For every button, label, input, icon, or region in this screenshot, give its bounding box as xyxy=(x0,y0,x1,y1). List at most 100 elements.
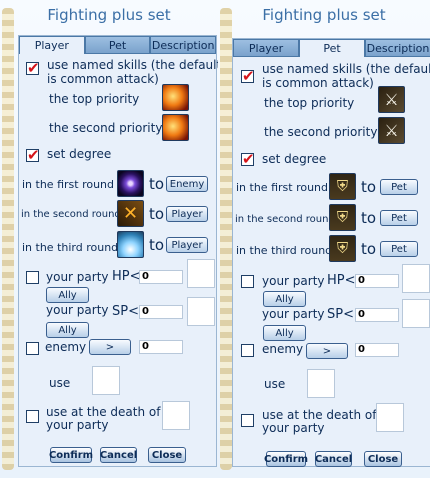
death-checkbox[interactable] xyxy=(241,414,254,427)
close-button[interactable]: Close xyxy=(148,447,186,463)
tab-player[interactable]: Player xyxy=(233,39,299,57)
close-button[interactable]: Close xyxy=(364,451,402,467)
third-round-label: in the third round xyxy=(236,244,333,257)
tab-pet[interactable]: Pet xyxy=(84,36,151,54)
party-hp-checkbox[interactable] xyxy=(26,271,39,284)
cancel-button[interactable]: Cancel xyxy=(100,447,137,463)
enemy-checkbox[interactable] xyxy=(241,344,254,357)
named-skills-checkbox[interactable]: ✔ xyxy=(26,61,40,76)
pet-settings-window: Fighting plus set Player Pet Description… xyxy=(218,0,430,478)
death-label-line2: your party xyxy=(46,418,109,432)
enemy-count-input[interactable]: 0 xyxy=(139,340,183,354)
to-label: to xyxy=(361,209,377,227)
second-priority-label: the second priority xyxy=(264,125,378,139)
window-title: Fighting plus set xyxy=(262,6,386,24)
confirm-button[interactable]: Confirm xyxy=(264,451,308,467)
ally-button[interactable]: Ally xyxy=(46,287,89,303)
death-checkbox[interactable] xyxy=(26,410,39,423)
top-priority-label: the top priority xyxy=(264,96,355,110)
sp-skill-slot[interactable] xyxy=(187,297,215,326)
tab-pet[interactable]: Pet xyxy=(299,39,365,57)
to-label: to xyxy=(149,175,165,193)
named-skills-label: use named skills (the default xyxy=(47,58,222,72)
first-round-label: in the first round xyxy=(22,178,115,191)
ally-button[interactable]: Ally xyxy=(263,325,306,341)
set-degree-label: set degree xyxy=(47,147,112,161)
set-degree-checkbox[interactable]: ✔ xyxy=(26,148,40,163)
pet-shield-icon[interactable]: ⛨ xyxy=(329,204,356,231)
sp-skill-slot[interactable] xyxy=(402,299,430,328)
confirm-button[interactable]: Confirm xyxy=(49,447,93,463)
named-skills-label-line2: is common attack) xyxy=(262,76,374,90)
fire-skill-icon[interactable] xyxy=(162,84,189,111)
tab-description[interactable]: Description xyxy=(365,39,430,57)
window-title: Fighting plus set xyxy=(47,6,171,24)
sp-threshold-input[interactable]: 0 xyxy=(139,305,183,319)
third-round-label: in the third round xyxy=(22,241,119,254)
sp-label: SP< xyxy=(327,307,354,322)
tab-bar: Player Pet Description xyxy=(19,36,217,54)
target-player-button[interactable]: Player xyxy=(166,206,208,222)
your-party-label: your party xyxy=(262,307,325,321)
hp-threshold-input[interactable]: 0 xyxy=(355,274,399,288)
ally-button[interactable]: Ally xyxy=(46,322,89,338)
sp-threshold-input[interactable]: 0 xyxy=(355,308,399,322)
use-skill-slot[interactable] xyxy=(92,366,120,395)
death-label-line2: your party xyxy=(262,421,325,435)
named-skills-checkbox[interactable]: ✔ xyxy=(241,69,255,84)
player-settings-window: Fighting plus set Player Pet Description… xyxy=(0,0,221,478)
second-round-label: in the second round xyxy=(21,209,121,220)
use-label: use xyxy=(264,377,286,391)
death-label: use at the death of xyxy=(46,405,161,419)
sword-skill-icon[interactable]: ⚔ xyxy=(378,117,405,144)
enemy-label: enemy xyxy=(262,342,304,356)
named-skills-label-line2: is common attack) xyxy=(47,72,159,86)
pet-shield-icon[interactable]: ⛨ xyxy=(329,235,356,262)
to-label: to xyxy=(149,236,165,254)
death-skill-slot[interactable] xyxy=(162,401,190,430)
to-label: to xyxy=(361,240,377,258)
to-label: to xyxy=(361,178,377,196)
tab-description[interactable]: Description xyxy=(150,36,217,54)
set-degree-label: set degree xyxy=(262,152,327,166)
hp-skill-slot[interactable] xyxy=(402,264,430,293)
sword-skill-icon[interactable]: ⚔ xyxy=(378,86,405,113)
set-degree-checkbox[interactable]: ✔ xyxy=(241,152,255,167)
hp-label: HP< xyxy=(112,269,141,284)
top-priority-label: the top priority xyxy=(49,92,140,106)
your-party-label: your party xyxy=(46,303,109,317)
cancel-button[interactable]: Cancel xyxy=(315,451,352,467)
hp-label: HP< xyxy=(327,273,356,288)
tab-content: ✔ use named skills (the default is commo… xyxy=(233,57,430,466)
vortex-skill-icon[interactable] xyxy=(117,170,144,197)
tab-content: ✔ use named skills (the default is commo… xyxy=(19,54,221,466)
healing-light-icon[interactable] xyxy=(117,231,144,258)
fire-skill-icon[interactable] xyxy=(162,114,189,141)
enemy-condition-button[interactable]: > xyxy=(306,343,348,359)
enemy-checkbox[interactable] xyxy=(26,342,39,355)
tab-player[interactable]: Player xyxy=(19,36,85,54)
your-party-label: your party xyxy=(262,274,325,288)
pet-shield-icon[interactable]: ⛨ xyxy=(329,173,356,200)
enemy-count-input[interactable]: 0 xyxy=(355,343,399,357)
enemy-label: enemy xyxy=(45,340,87,354)
target-player-button[interactable]: Player xyxy=(166,237,208,253)
party-hp-checkbox[interactable] xyxy=(241,275,254,288)
target-pet-button[interactable]: Pet xyxy=(380,179,418,195)
settings-frame: Player Pet Description ✔ use named skill… xyxy=(232,38,430,467)
use-label: use xyxy=(49,376,71,390)
sp-label: SP< xyxy=(112,304,139,319)
ally-button[interactable]: Ally xyxy=(263,291,306,307)
enemy-condition-button[interactable]: > xyxy=(89,339,131,355)
death-skill-slot[interactable] xyxy=(376,403,404,432)
crossed-swords-icon[interactable]: ✕ xyxy=(117,200,144,227)
hp-threshold-input[interactable]: 0 xyxy=(139,270,183,284)
target-pet-button[interactable]: Pet xyxy=(380,241,418,257)
target-pet-button[interactable]: Pet xyxy=(380,210,418,226)
decorative-vine xyxy=(220,8,232,470)
use-skill-slot[interactable] xyxy=(307,369,335,398)
target-enemy-button[interactable]: Enemy xyxy=(166,176,208,192)
settings-frame: Player Pet Description ✔ use named skill… xyxy=(18,35,221,467)
named-skills-label: use named skills (the default xyxy=(262,62,430,76)
hp-skill-slot[interactable] xyxy=(187,259,215,288)
